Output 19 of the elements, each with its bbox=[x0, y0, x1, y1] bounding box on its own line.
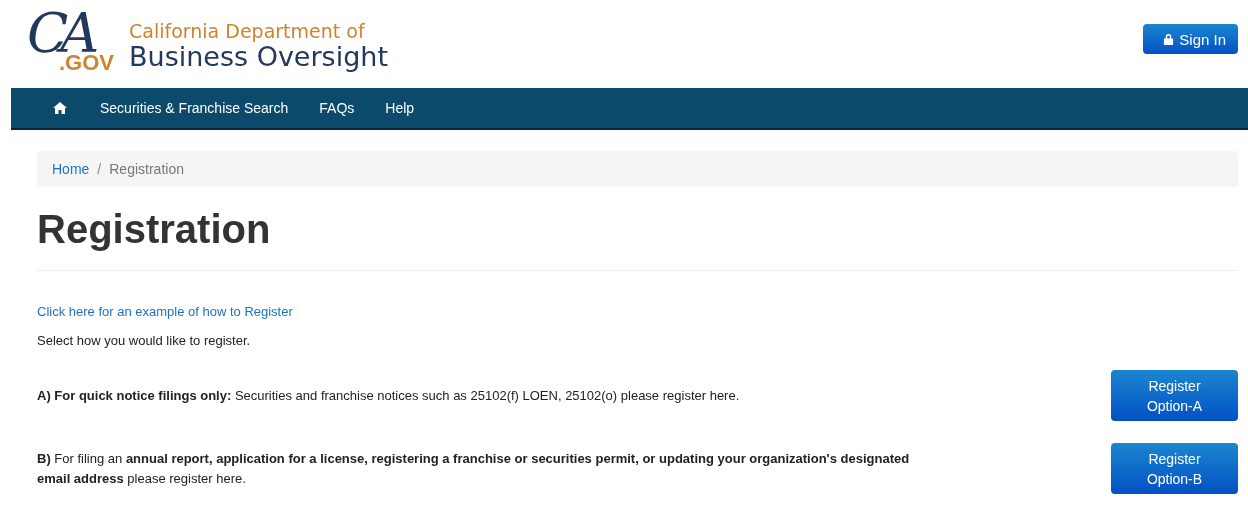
register-button[interactable]: Register Option-A bbox=[1111, 370, 1238, 421]
sign-in-button[interactable]: Sign In bbox=[1143, 24, 1238, 54]
option-description: B) For filing an annual report, application for a license, registering a franchise or securities permit, or updating your organization's designated email address please register here. bbox=[37, 450, 911, 488]
breadcrumb-current: Registration bbox=[109, 161, 184, 177]
department-name: California Department of bbox=[129, 20, 366, 43]
example-link[interactable]: Click here for an example of how to Register bbox=[37, 304, 1238, 319]
department-title: Business Oversight bbox=[129, 42, 388, 72]
home-icon[interactable] bbox=[53, 102, 67, 114]
lock-icon bbox=[1163, 33, 1175, 45]
nav-link[interactable]: Help bbox=[385, 100, 415, 116]
register-button[interactable]: Register Option-B bbox=[1111, 443, 1238, 494]
page-heading: Registration bbox=[37, 207, 1238, 271]
instruction-text: Select how you would like to register. bbox=[37, 333, 252, 348]
breadcrumb-link[interactable]: Home bbox=[52, 161, 90, 177]
option-description: A) For quick notice filings only: Securities and franchise notices such as 25102(f) LOEN, 25102(o) please register here. bbox=[37, 386, 740, 405]
nav-link[interactable]: Securities & Franchise Search bbox=[100, 100, 289, 116]
breadcrumb-separator: / bbox=[97, 161, 102, 177]
nav-link[interactable]: FAQs bbox=[319, 100, 355, 116]
ca-gov-logo[interactable]: CA.GOV bbox=[27, 8, 119, 76]
